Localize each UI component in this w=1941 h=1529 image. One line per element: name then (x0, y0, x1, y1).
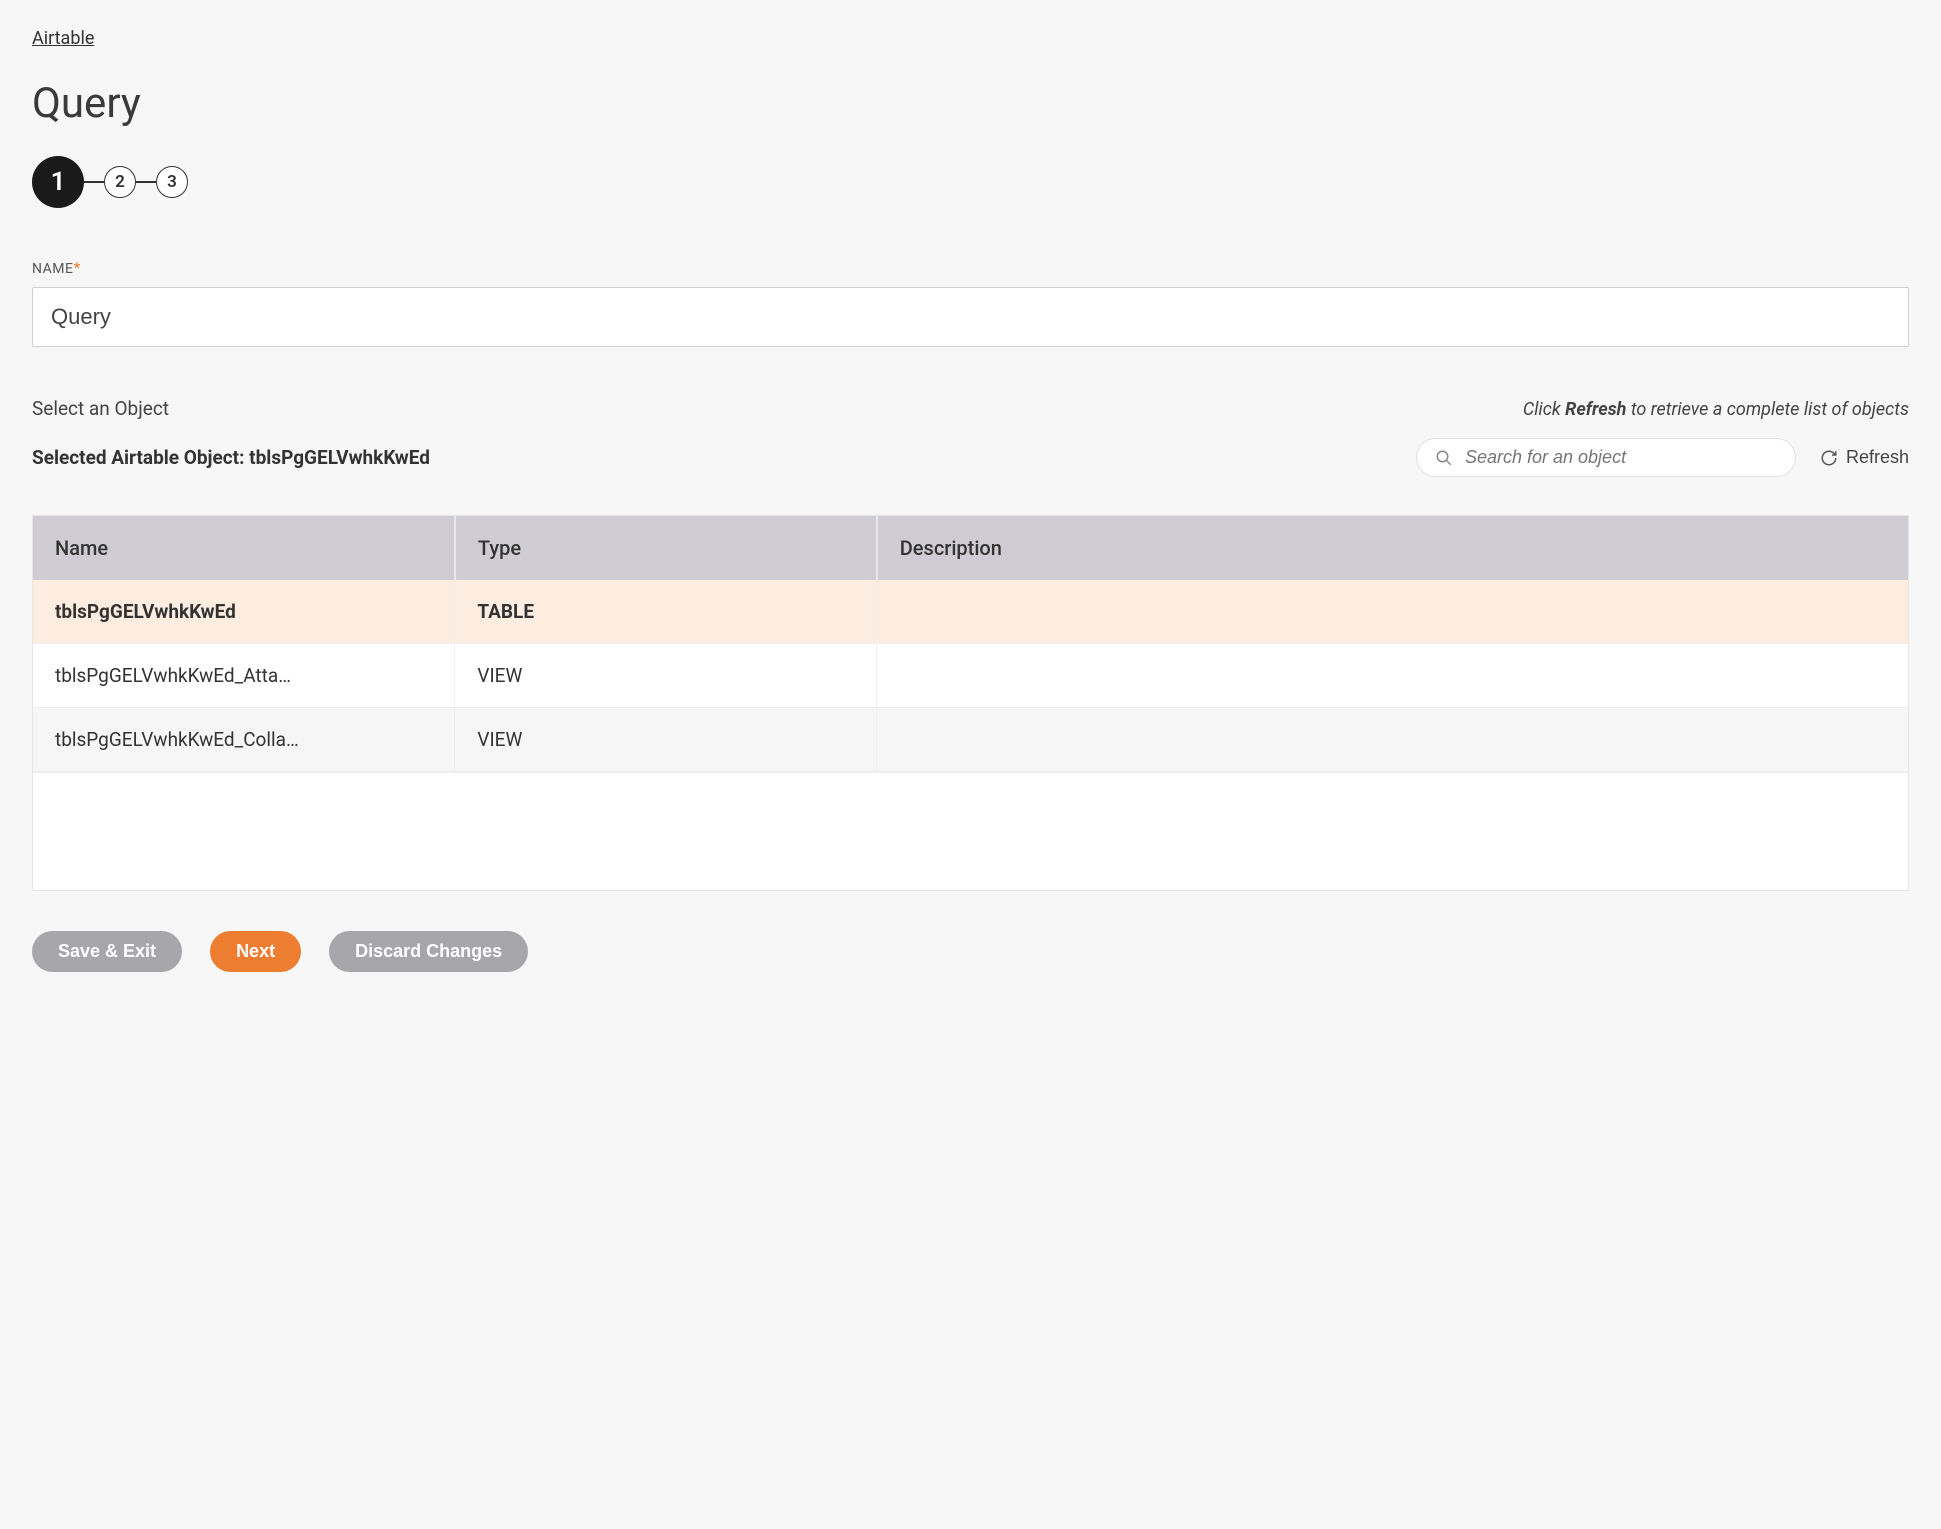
footer-buttons: Save & Exit Next Discard Changes (32, 931, 1909, 972)
cell-description (877, 708, 1908, 772)
col-header-name[interactable]: Name (33, 516, 455, 580)
table-row[interactable]: tblsPgGELVwhkKwEd_Colla… VIEW (33, 708, 1908, 772)
breadcrumb-airtable[interactable]: Airtable (32, 28, 94, 49)
table-row[interactable]: tblsPgGELVwhkKwEd TABLE (33, 580, 1908, 644)
selected-object-label: Selected Airtable Object: tblsPgGELVwhkK… (32, 446, 430, 469)
step-2[interactable]: 2 (104, 166, 136, 198)
refresh-button-label: Refresh (1846, 447, 1909, 468)
step-connector (136, 181, 156, 183)
required-marker: * (73, 258, 80, 277)
cell-type: TABLE (455, 580, 877, 644)
cell-description (877, 580, 1908, 644)
cell-description (877, 644, 1908, 708)
name-label: NAME* (32, 258, 1909, 277)
search-input[interactable] (1465, 447, 1777, 468)
refresh-hint-prefix: Click (1523, 399, 1565, 420)
selected-object-value: tblsPgGELVwhkKwEd (249, 446, 430, 469)
next-button[interactable]: Next (210, 931, 301, 972)
name-label-text: NAME (32, 261, 73, 277)
step-connector (84, 181, 104, 183)
table-header-row: Name Type Description (33, 516, 1908, 580)
cell-type: VIEW (455, 708, 877, 772)
step-1[interactable]: 1 (32, 156, 84, 208)
refresh-hint: Click Refresh to retrieve a complete lis… (1523, 399, 1909, 420)
table-row[interactable]: tblsPgGELVwhkKwEd_Atta… VIEW (33, 644, 1908, 708)
cell-name: tblsPgGELVwhkKwEd_Atta… (33, 644, 455, 708)
name-input[interactable] (32, 287, 1909, 347)
cell-type: VIEW (455, 644, 877, 708)
save-exit-button[interactable]: Save & Exit (32, 931, 182, 972)
selected-object-prefix: Selected Airtable Object: (32, 446, 249, 469)
refresh-icon (1820, 449, 1838, 467)
col-header-description[interactable]: Description (877, 516, 1908, 580)
cell-name: tblsPgGELVwhkKwEd (33, 580, 455, 644)
search-wrapper[interactable] (1416, 438, 1796, 477)
search-icon (1435, 449, 1453, 467)
refresh-hint-bold: Refresh (1565, 399, 1626, 420)
refresh-button[interactable]: Refresh (1820, 447, 1909, 468)
col-header-type[interactable]: Type (455, 516, 877, 580)
stepper: 1 2 3 (32, 156, 1909, 208)
cell-name: tblsPgGELVwhkKwEd_Colla… (33, 708, 455, 772)
refresh-hint-suffix: to retrieve a complete list of objects (1626, 399, 1909, 420)
discard-button[interactable]: Discard Changes (329, 931, 528, 972)
page-title: Query (32, 79, 1909, 128)
select-object-label: Select an Object (32, 397, 169, 420)
step-3[interactable]: 3 (156, 166, 188, 198)
object-table: Name Type Description tblsPgGELVwhkKwEd … (32, 515, 1909, 891)
table-empty-area (33, 772, 1908, 890)
